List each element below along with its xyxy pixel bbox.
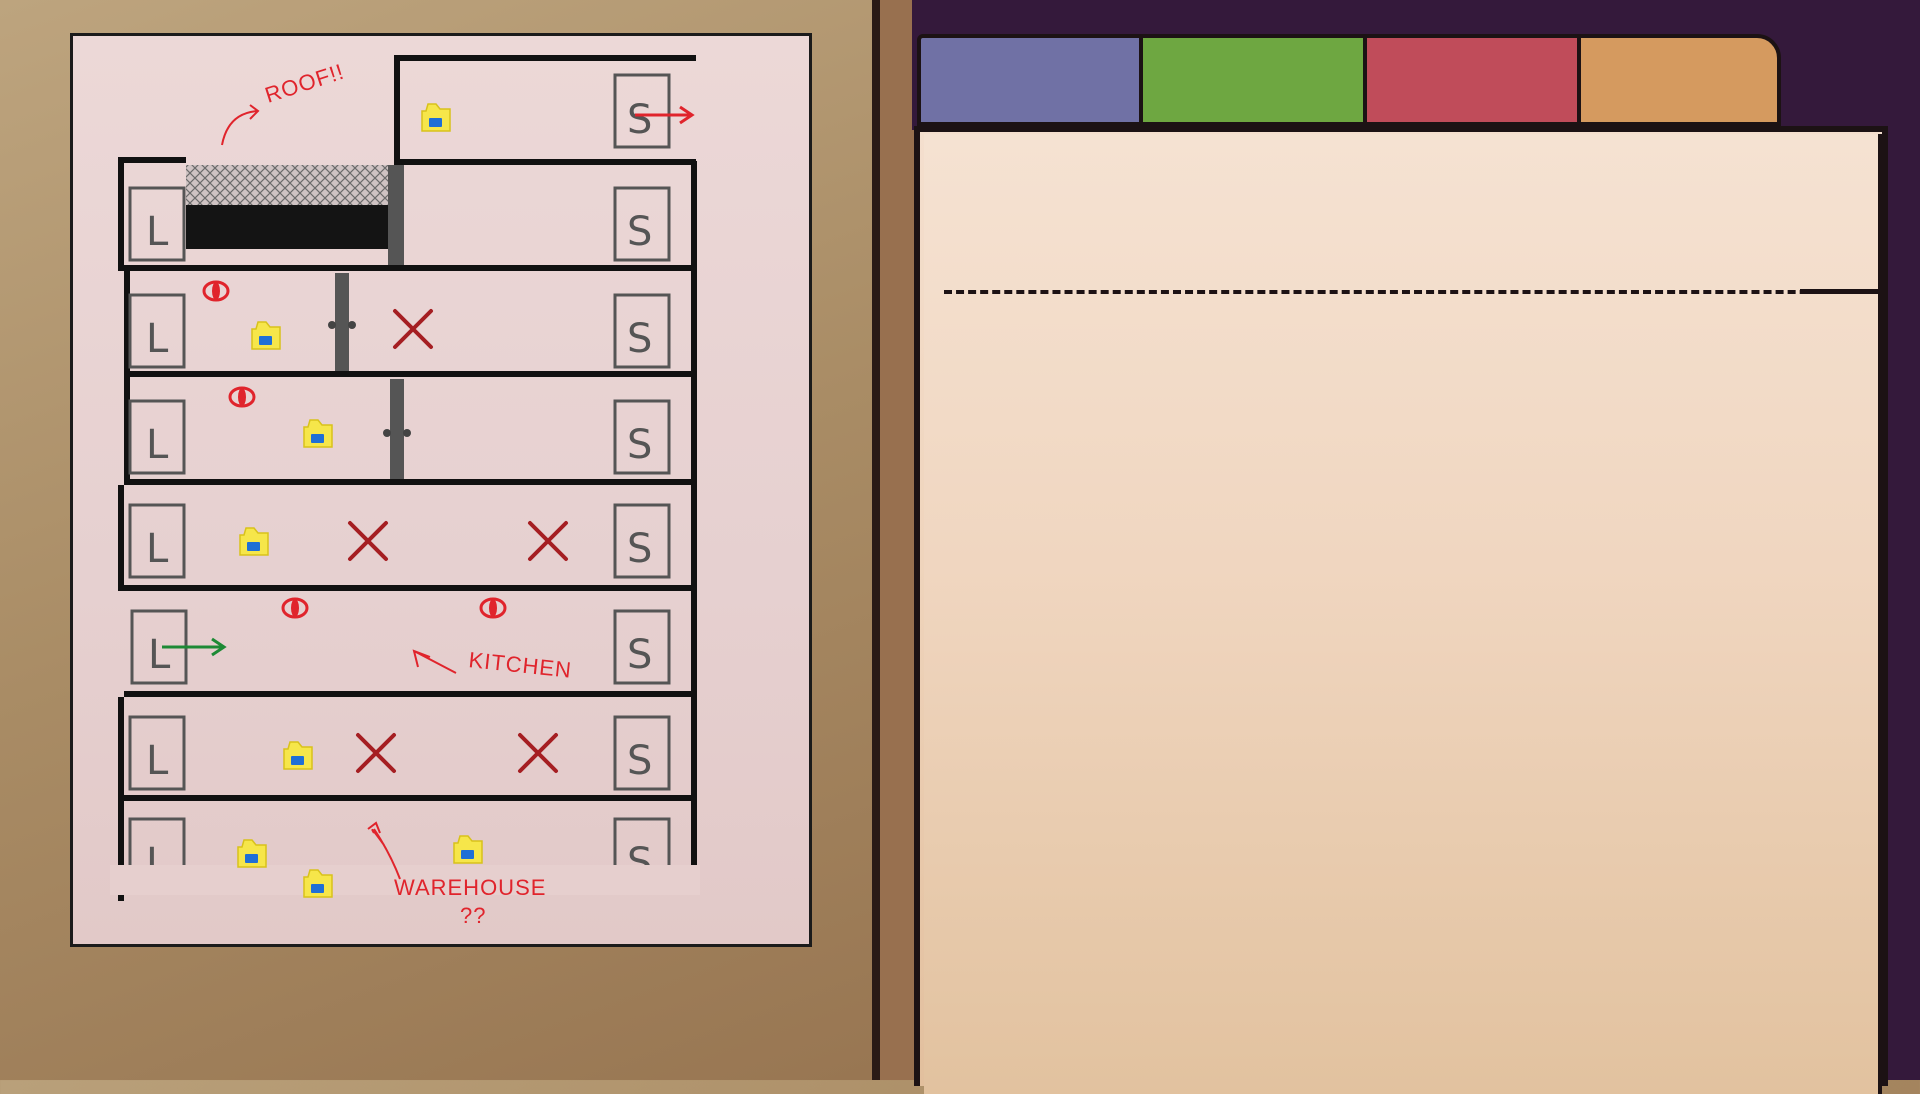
elevator-label: L xyxy=(146,526,169,572)
floor-6-kitchen: L S KITCHEN xyxy=(124,597,694,697)
roof-arrow xyxy=(221,104,260,146)
warehouse-label: WAREHOUSE xyxy=(394,875,546,900)
folder-icon xyxy=(453,835,483,864)
binder-tab-blue[interactable] xyxy=(917,34,1143,126)
cross-icon xyxy=(356,733,396,773)
binder-tab-green[interactable] xyxy=(1139,34,1367,126)
binder-tab-red[interactable] xyxy=(1363,34,1581,126)
floor-2: L S xyxy=(118,157,697,721)
folder-icon xyxy=(237,839,267,868)
folder-icon xyxy=(251,321,281,350)
folder-icon xyxy=(421,103,451,132)
elevator-label: L xyxy=(148,632,171,678)
folder-icon xyxy=(239,527,269,556)
warehouse-question-label: ?? xyxy=(460,903,486,928)
elevator-label: L xyxy=(146,316,169,362)
kitchen-arrow xyxy=(412,649,457,674)
floor-3: L S xyxy=(124,271,694,377)
cross-icon xyxy=(393,309,433,349)
eye-icon xyxy=(281,597,309,619)
fold-line-end xyxy=(1800,289,1882,294)
binder-backing-edge xyxy=(1888,0,1920,1080)
stairs-label: S xyxy=(627,316,652,362)
exit-arrow-icon xyxy=(162,637,227,657)
elevator-label: L xyxy=(146,422,169,468)
folder-icon xyxy=(283,741,313,770)
eye-icon xyxy=(228,386,256,408)
roof-label: ROOF!! xyxy=(262,59,348,108)
kitchen-label: KITCHEN xyxy=(467,647,573,683)
floor-4: L S xyxy=(124,377,694,485)
floor-8-warehouse: L S WAREHOUSE ?? xyxy=(110,801,700,928)
elevator-label: L xyxy=(146,738,169,784)
stairs-label: S xyxy=(627,422,652,468)
elevator-label: L xyxy=(146,209,169,255)
stairs-label: S xyxy=(627,632,652,678)
floor-5: L S xyxy=(118,485,694,591)
folder-icon xyxy=(303,419,333,448)
cross-icon xyxy=(348,521,388,561)
desk-divider xyxy=(872,0,880,1080)
stairs-label: S xyxy=(627,526,652,572)
eye-icon xyxy=(202,280,230,302)
floor-7: L S xyxy=(118,697,697,891)
fold-line xyxy=(944,290,1880,294)
binder-tab-orange[interactable] xyxy=(1577,34,1781,126)
cross-icon xyxy=(528,521,568,561)
binder-sheet[interactable] xyxy=(924,134,1882,1094)
stairs-label: S xyxy=(627,97,652,143)
cross-icon xyxy=(518,733,558,773)
floor-roof-top: S xyxy=(394,55,696,167)
eye-icon xyxy=(479,597,507,619)
building-map: S ROOF!! L S L S L S L S L S KITCHEN L S… xyxy=(110,55,700,928)
stairs-label: S xyxy=(627,209,652,255)
stairs-label: S xyxy=(627,738,652,784)
